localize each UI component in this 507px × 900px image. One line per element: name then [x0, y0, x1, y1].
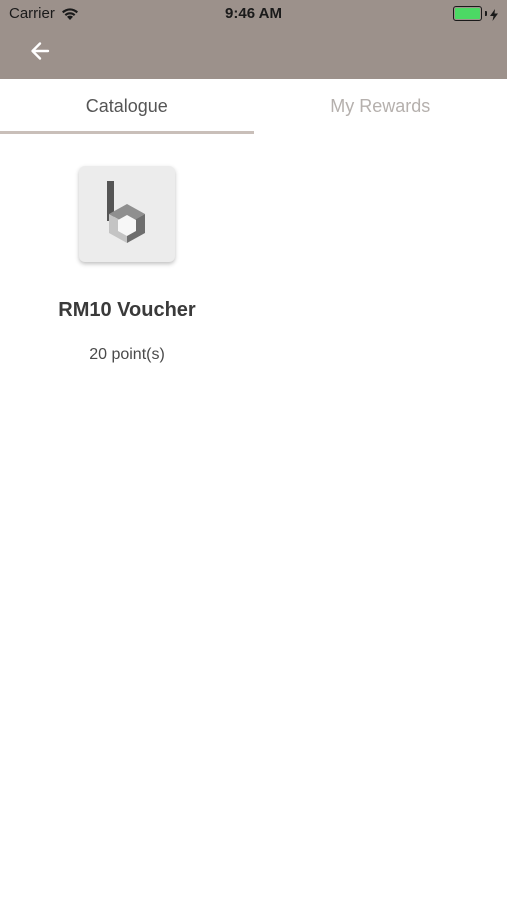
- reward-title: RM10 Voucher: [58, 299, 196, 321]
- tab-catalogue[interactable]: Catalogue: [0, 79, 254, 134]
- brand-logo-icon: [105, 180, 149, 248]
- back-button[interactable]: [25, 38, 55, 68]
- status-time: 9:46 AM: [225, 5, 282, 22]
- app-header: Carrier 9:46 AM: [0, 0, 507, 79]
- reward-image: [79, 166, 175, 262]
- arrow-left-icon: [28, 39, 52, 68]
- tab-my-rewards[interactable]: My Rewards: [254, 79, 507, 134]
- battery-level: [455, 8, 480, 19]
- charging-bolt-icon: [490, 8, 498, 21]
- tab-bar: Catalogue My Rewards: [0, 79, 507, 134]
- battery-tip: [485, 11, 487, 16]
- tab-catalogue-label: Catalogue: [85, 96, 168, 116]
- status-bar: Carrier 9:46 AM: [0, 0, 507, 26]
- tab-my-rewards-label: My Rewards: [330, 96, 431, 116]
- reward-card[interactable]: RM10 Voucher 20 point(s): [0, 134, 254, 384]
- reward-points: 20 point(s): [89, 346, 165, 363]
- battery-icon: [453, 6, 498, 21]
- battery-body: [453, 6, 482, 21]
